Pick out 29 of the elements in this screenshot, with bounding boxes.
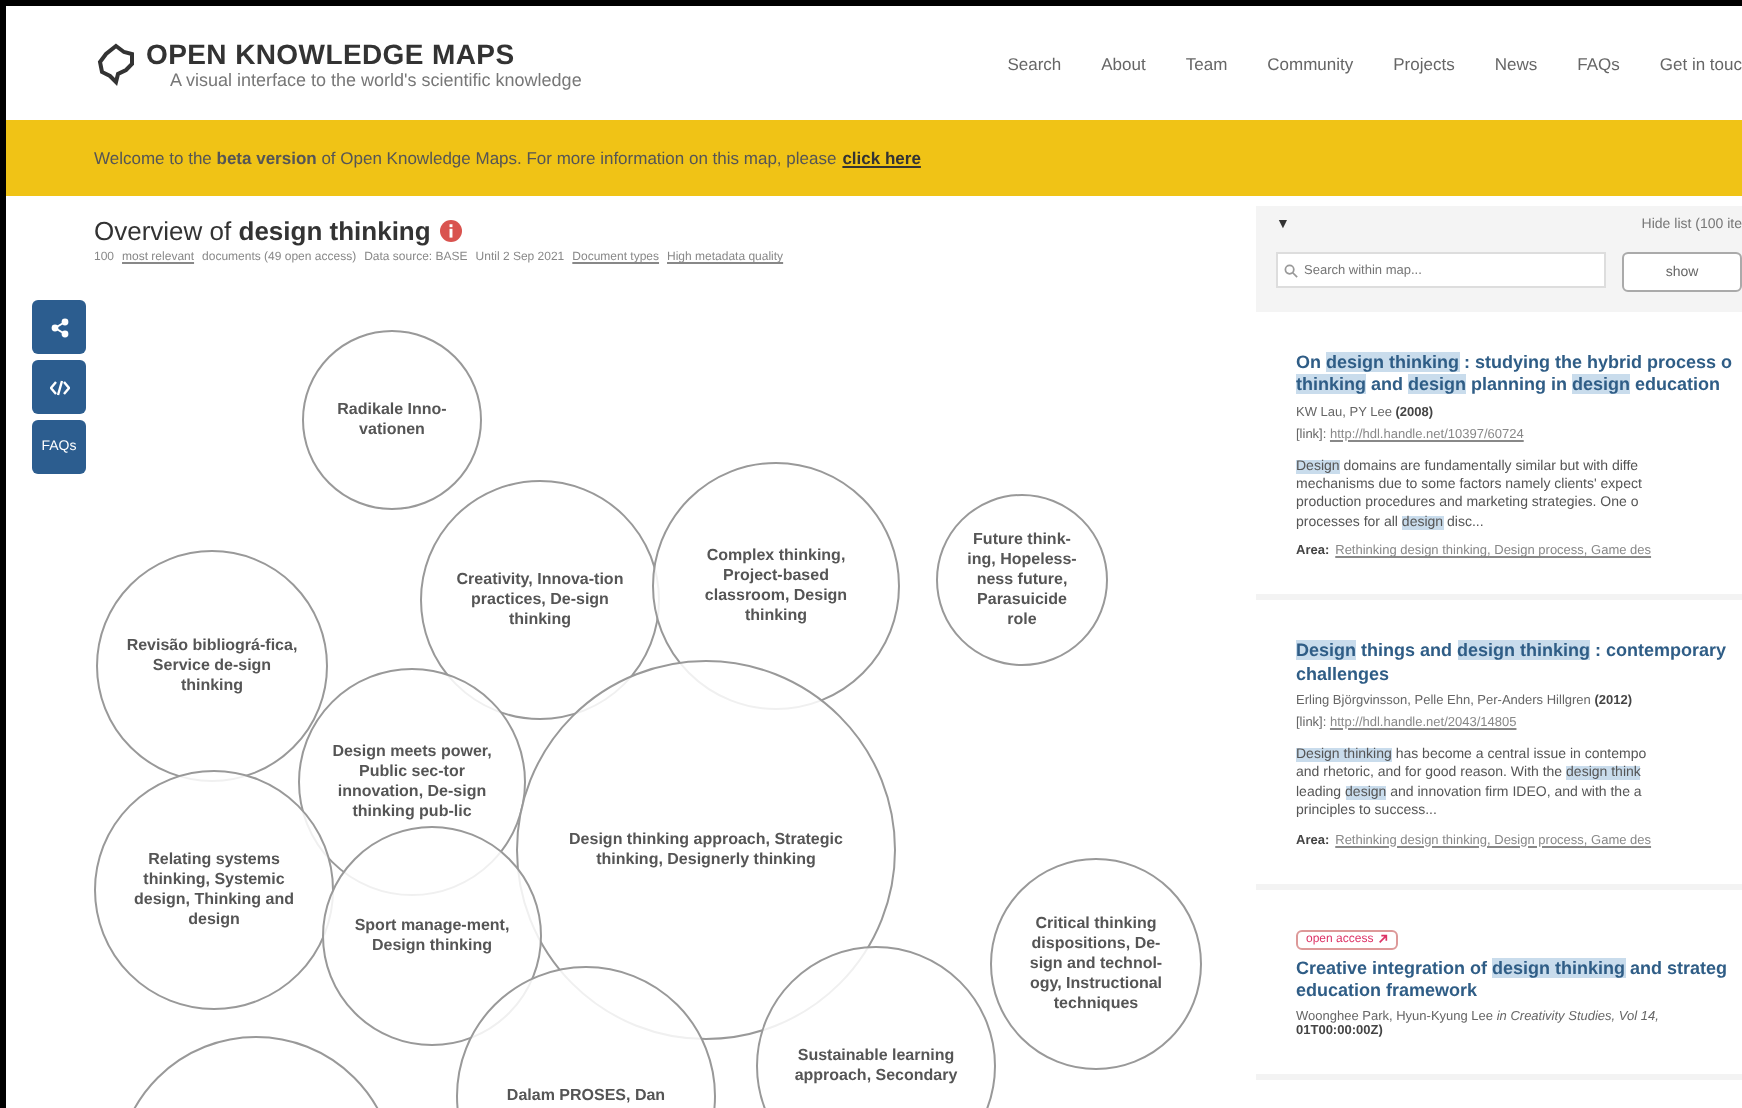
info-icon[interactable]	[440, 220, 463, 242]
paper-title[interactable]: Design things and design thinking : contemporary challenges	[1296, 640, 1742, 686]
map-title: Overview of design thinking	[94, 216, 431, 246]
nav-link[interactable]: Get in touc	[1659, 53, 1742, 73]
search-icon	[1284, 263, 1298, 277]
topic-bubble[interactable]: Sustainable learning approach, Secondary	[756, 946, 996, 1108]
code-icon	[49, 379, 69, 395]
topic-bubble[interactable]: Radikale Inno-vationen	[302, 330, 482, 510]
paper-title[interactable]: On design thinking : studying the hybrid process o thinking and design planning in design education	[1296, 352, 1742, 397]
site-logo-text[interactable]: OPEN KNOWLEDGE MAPS	[146, 37, 582, 69]
banner-text: Welcome to the beta version of Open Knowledge Maps. For more information on this map, please	[94, 148, 837, 168]
topic-bubble[interactable]: Critical thinking dispositions, De-sign and technol-ogy, Instructional techniques	[990, 858, 1202, 1070]
nav-link[interactable]: FAQs	[1577, 53, 1620, 73]
topic-bubble[interactable]: Future think-ing, Hopeless-ness future, Parasuicide role	[936, 494, 1108, 666]
topic-bubble[interactable]: Relating systems thinking, Systemic design, Thinking and design	[94, 770, 334, 1010]
nav-link[interactable]: Projects	[1393, 53, 1455, 73]
banner-link[interactable]: click here	[842, 148, 921, 168]
nav-link[interactable]: Search	[1007, 53, 1062, 73]
external-link-icon	[1377, 934, 1388, 944]
nav-link[interactable]: News	[1494, 53, 1538, 73]
paper-title[interactable]: Creative integration of design thinking and strateg education framework	[1296, 957, 1742, 1002]
nav-link[interactable]: Team	[1185, 53, 1228, 73]
nav-link[interactable]: Community	[1267, 53, 1354, 73]
logo-icon	[94, 41, 138, 85]
nav-link[interactable]: About	[1101, 53, 1146, 73]
tagline: A visual interface to the world's scientific knowledge	[170, 69, 582, 89]
share-button[interactable]	[32, 300, 86, 354]
share-icon	[49, 317, 69, 337]
embed-button[interactable]	[32, 360, 86, 414]
